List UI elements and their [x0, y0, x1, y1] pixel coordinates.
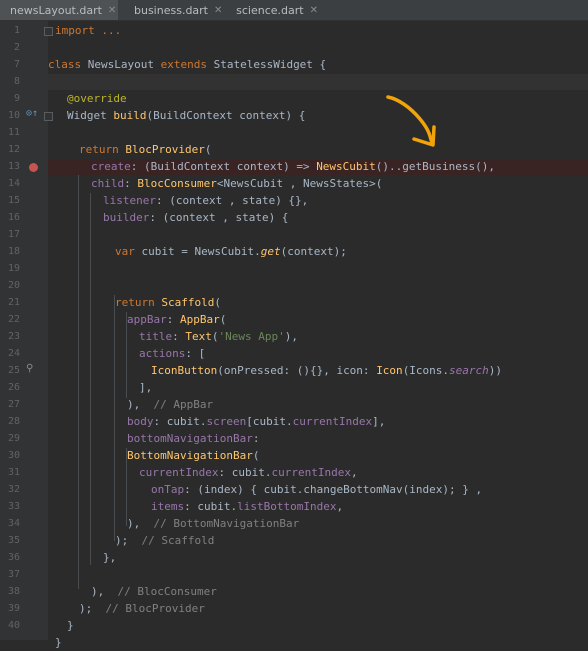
code-line: body: cubit.screen[cubit.currentIndex], — [48, 414, 588, 430]
code-line: }, — [48, 550, 588, 566]
line-number: 20 — [0, 278, 20, 294]
line-number: 34 — [0, 516, 20, 532]
line-number: 1 — [0, 23, 20, 39]
magnifier-icon: ⚲ — [26, 363, 33, 374]
tab-newslayout[interactable]: newsLayout.dart ✕ — [0, 0, 118, 20]
line-number: 22 — [0, 312, 20, 328]
code-line: child: BlocConsumer<NewsCubit , NewsStat… — [48, 176, 588, 192]
line-number: 13 — [0, 159, 20, 175]
code-line: bottomNavigationBar: — [48, 431, 588, 447]
line-number: 39 — [0, 601, 20, 617]
code-line: actions: [ — [48, 346, 588, 362]
code-line: ); // Scaffold — [48, 533, 588, 549]
line-number: 16 — [0, 210, 20, 226]
line-number: 36 — [0, 550, 20, 566]
code-line: title: Text('News App'), — [48, 329, 588, 345]
tab-science[interactable]: science.dart ✕ — [226, 0, 322, 20]
code-line: } — [48, 635, 588, 651]
line-number: 15 — [0, 193, 20, 209]
code-line: BottomNavigationBar( — [48, 448, 588, 464]
code-line: return BlocProvider( — [48, 142, 588, 158]
line-number: 19 — [0, 261, 20, 277]
annotation-arrow-icon — [380, 93, 440, 151]
line-number: 2 — [0, 40, 20, 56]
code-line: return Scaffold( — [48, 295, 588, 311]
code-line: import ... — [48, 23, 588, 39]
code-line: class NewsLayout extends StatelessWidget… — [48, 57, 588, 73]
code-line: items: cubit.listBottomIndex, — [48, 499, 588, 515]
line-number: 31 — [0, 465, 20, 481]
line-number-gutter: 1 2 7 8 9 10 11 12 13 14 15 16 17 18 19 … — [0, 21, 48, 640]
code-line: onTap: (index) { cubit.changeBottomNav(i… — [48, 482, 588, 498]
line-number: 28 — [0, 414, 20, 430]
code-line: builder: (context , state) { — [48, 210, 588, 226]
tab-label: business.dart — [134, 4, 208, 17]
code-editor[interactable]: import ... class NewsLayout extends Stat… — [48, 21, 588, 640]
line-number: 12 — [0, 142, 20, 158]
line-number: 37 — [0, 567, 20, 583]
line-number: 32 — [0, 482, 20, 498]
line-number: 27 — [0, 397, 20, 413]
line-number: 30 — [0, 448, 20, 464]
line-number: 25 — [0, 363, 20, 379]
line-number: 17 — [0, 227, 20, 243]
line-number: 23 — [0, 329, 20, 345]
close-icon[interactable]: ✕ — [108, 5, 116, 16]
line-number: 11 — [0, 125, 20, 141]
line-number: 10 — [0, 108, 20, 124]
code-line-current — [48, 74, 588, 90]
line-number: 18 — [0, 244, 20, 260]
line-number: 7 — [0, 57, 20, 73]
close-icon[interactable]: ✕ — [214, 5, 222, 16]
close-icon[interactable]: ✕ — [310, 5, 318, 16]
line-number: 14 — [0, 176, 20, 192]
line-number: 38 — [0, 584, 20, 600]
code-line: } — [48, 618, 588, 634]
line-number: 8 — [0, 74, 20, 90]
line-number: 9 — [0, 91, 20, 107]
tab-label: science.dart — [236, 4, 303, 17]
code-line: ), // BottomNavigationBar — [48, 516, 588, 532]
line-number: 33 — [0, 499, 20, 515]
tab-label: newsLayout.dart — [10, 4, 102, 17]
line-number: 40 — [0, 618, 20, 634]
code-line: ); // BlocProvider — [48, 601, 588, 617]
code-line: @override — [48, 91, 588, 107]
editor-tab-bar: newsLayout.dart ✕ business.dart ✕ scienc… — [0, 0, 588, 21]
code-line: ), // AppBar — [48, 397, 588, 413]
code-line: IconButton(onPressed: (){}, icon: Icon(I… — [48, 363, 588, 379]
code-line: ), // BlocConsumer — [48, 584, 588, 600]
code-line-breakpoint: create: (BuildContext context) => NewsCu… — [48, 159, 588, 175]
line-number: 24 — [0, 346, 20, 362]
line-number: 21 — [0, 295, 20, 311]
override-gutter-icon[interactable]: ⊙↑ — [26, 108, 38, 119]
code-line: listener: (context , state) {}, — [48, 193, 588, 209]
tab-business[interactable]: business.dart ✕ — [124, 0, 224, 20]
breakpoint-icon[interactable] — [29, 163, 38, 172]
line-number: 35 — [0, 533, 20, 549]
line-number: 29 — [0, 431, 20, 447]
code-line: appBar: AppBar( — [48, 312, 588, 328]
code-line: currentIndex: cubit.currentIndex, — [48, 465, 588, 481]
code-line: ], — [48, 380, 588, 396]
line-number: 26 — [0, 380, 20, 396]
code-line: var cubit = NewsCubit.get(context); — [48, 244, 588, 260]
code-line: Widget build(BuildContext context) { — [48, 108, 588, 124]
